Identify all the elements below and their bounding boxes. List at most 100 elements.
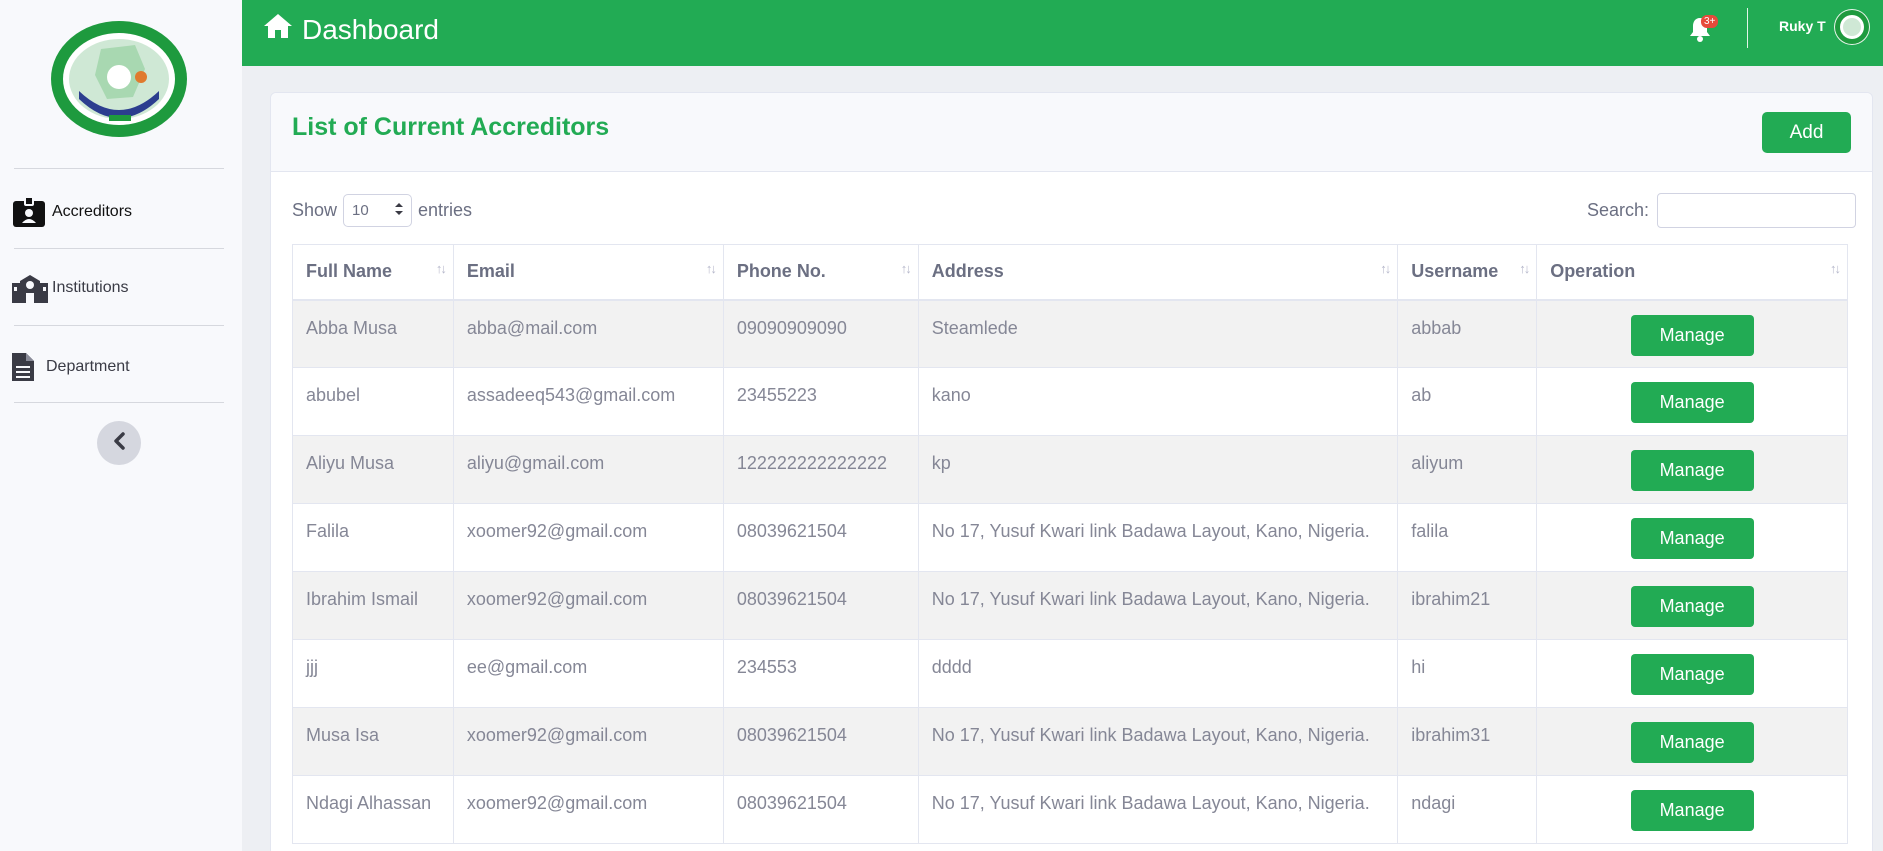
id-badge-icon — [12, 196, 52, 228]
user-name[interactable]: Ruky T — [1779, 18, 1826, 34]
manage-button[interactable]: Manage — [1630, 586, 1754, 627]
cell-address: No 17, Yusuf Kwari link Badawa Layout, K… — [917, 775, 1399, 844]
notification-badge: 3+ — [1701, 15, 1719, 28]
page-title: Dashboard — [262, 12, 439, 47]
column-header-full-name[interactable]: Full Name ↑↓ — [292, 244, 454, 301]
sort-icon: ↑↓ — [435, 261, 447, 276]
entries-select-value: 10 — [352, 202, 369, 219]
manage-button[interactable]: Manage — [1630, 790, 1754, 831]
table-row: Aliyu Musa aliyu@gmail.com 122222222222222… — [292, 435, 1848, 504]
cell-email: aliyu@gmail.com — [452, 435, 724, 504]
cell-address: kp — [917, 435, 1399, 504]
accreditors-card: List of Current Accreditors Add Show 10 … — [270, 92, 1873, 851]
manage-button[interactable]: Manage — [1630, 382, 1754, 423]
cell-address: dddd — [917, 639, 1399, 708]
accreditors-table: Full Name ↑↓ Email ↑↓ Phone No. ↑↓ Address ↑… — [292, 244, 1848, 844]
cell-phone: 09090909090 — [722, 299, 919, 368]
column-header-phone[interactable]: Phone No. ↑↓ — [722, 244, 919, 301]
cell-email: xoomer92@gmail.com — [452, 707, 724, 776]
card-title: List of Current Accreditors — [292, 113, 610, 141]
manage-button[interactable]: Manage — [1630, 314, 1754, 356]
column-header-label: Full Name — [306, 261, 393, 282]
cell-operation: Manage — [1536, 639, 1848, 708]
sidebar-divider — [14, 402, 224, 403]
manage-button[interactable]: Manage — [1630, 518, 1754, 559]
sort-icon: ↑↓ — [1830, 261, 1841, 276]
chevron-left-icon — [112, 431, 126, 455]
cell-full-name: Falila — [292, 503, 454, 572]
sidebar-item-department[interactable]: Department — [12, 339, 224, 395]
select-arrows-icon — [395, 202, 404, 219]
cell-email: xoomer92@gmail.com — [452, 503, 724, 572]
search-input[interactable] — [1657, 193, 1857, 228]
column-header-username[interactable]: Username ↑↓ — [1397, 244, 1538, 301]
table-header-row: Full Name ↑↓ Email ↑↓ Phone No. ↑↓ Address ↑… — [292, 244, 1848, 301]
cell-username: ibrahim31 — [1397, 707, 1538, 776]
column-header-label: Operation — [1550, 261, 1636, 282]
cell-email: xoomer92@gmail.com — [452, 775, 724, 844]
cell-username: abbab — [1397, 299, 1538, 368]
sidebar-divider — [14, 325, 224, 326]
sidebar-divider — [14, 168, 224, 169]
school-icon — [12, 273, 52, 303]
cell-username: aliyum — [1397, 435, 1538, 504]
cell-username: falila — [1397, 503, 1538, 572]
sort-icon: ↑↓ — [1380, 261, 1391, 276]
sidebar-item-institutions[interactable]: Institutions — [12, 260, 224, 316]
cell-address: kano — [917, 367, 1399, 436]
cell-phone: 08039621504 — [722, 571, 919, 640]
manage-button[interactable]: Manage — [1630, 654, 1754, 695]
cell-operation: Manage — [1536, 707, 1848, 776]
entries-select[interactable]: 10 — [343, 194, 413, 227]
column-header-label: Email — [466, 261, 515, 282]
column-header-label: Phone No. — [736, 261, 826, 282]
table-row: Musa Isa xoomer92@gmail.com 08039621504 No … — [292, 707, 1848, 776]
cell-phone: 234553 — [722, 639, 919, 708]
column-header-address[interactable]: Address ↑↓ — [917, 244, 1399, 301]
cell-username: ibrahim21 — [1397, 571, 1538, 640]
cell-operation: Manage — [1536, 299, 1848, 368]
manage-button[interactable]: Manage — [1630, 450, 1754, 491]
cell-phone: 08039621504 — [722, 503, 919, 572]
cell-full-name: Aliyu Musa — [292, 435, 454, 504]
cell-address: No 17, Yusuf Kwari link Badawa Layout, K… — [917, 707, 1399, 776]
sidebar-item-accreditors[interactable]: Accreditors — [12, 184, 224, 240]
entries-label: entries — [418, 200, 473, 220]
cell-username: hi — [1397, 639, 1538, 708]
table-body: Abba Musa abba@mail.com 09090909090 Steamle… — [292, 299, 1848, 844]
cell-operation: Manage — [1536, 775, 1848, 844]
sort-icon: ↑↓ — [1519, 261, 1530, 276]
document-icon — [12, 353, 46, 381]
sidebar-divider — [14, 248, 224, 249]
cell-operation: Manage — [1536, 367, 1848, 436]
show-label: Show — [292, 200, 338, 220]
cell-username: ab — [1397, 367, 1538, 436]
cell-full-name: Abba Musa — [292, 299, 454, 368]
add-button[interactable]: Add — [1762, 112, 1851, 153]
search-label: Search: — [1587, 200, 1650, 220]
column-header-operation[interactable]: Operation ↑↓ — [1536, 244, 1848, 301]
column-header-label: Username — [1411, 261, 1499, 282]
cell-address: No 17, Yusuf Kwari link Badawa Layout, K… — [917, 503, 1399, 572]
avatar[interactable] — [1834, 9, 1870, 45]
cell-full-name: Ibrahim Ismail — [292, 571, 454, 640]
sidebar: Accreditors Institutions Department — [0, 0, 242, 851]
table-row: abubel assadeeq543@gmail.com 23455223 kano a… — [292, 367, 1848, 436]
table-row: Ndagi Alhassan xoomer92@gmail.com 08039621… — [292, 775, 1848, 844]
cell-phone: 23455223 — [722, 367, 919, 436]
cell-full-name: Musa Isa — [292, 707, 454, 776]
cell-full-name: abubel — [292, 367, 454, 436]
cell-full-name: jjj — [292, 639, 454, 708]
manage-button[interactable]: Manage — [1630, 722, 1754, 763]
cell-phone: 122222222222222 — [722, 435, 919, 504]
table-row: Falila xoomer92@gmail.com 08039621504 No 17… — [292, 503, 1848, 572]
topbar-divider — [1747, 8, 1748, 48]
sidebar-toggle-button[interactable] — [97, 421, 141, 465]
page-title-text: Dashboard — [302, 13, 439, 45]
cell-operation: Manage — [1536, 503, 1848, 572]
cell-email: xoomer92@gmail.com — [452, 571, 724, 640]
cell-phone: 08039621504 — [722, 707, 919, 776]
table-row: Ibrahim Ismail xoomer92@gmail.com 08039621… — [292, 571, 1848, 640]
entries-length-control: Show 10 entries — [292, 194, 472, 227]
column-header-email[interactable]: Email ↑↓ — [452, 244, 724, 301]
